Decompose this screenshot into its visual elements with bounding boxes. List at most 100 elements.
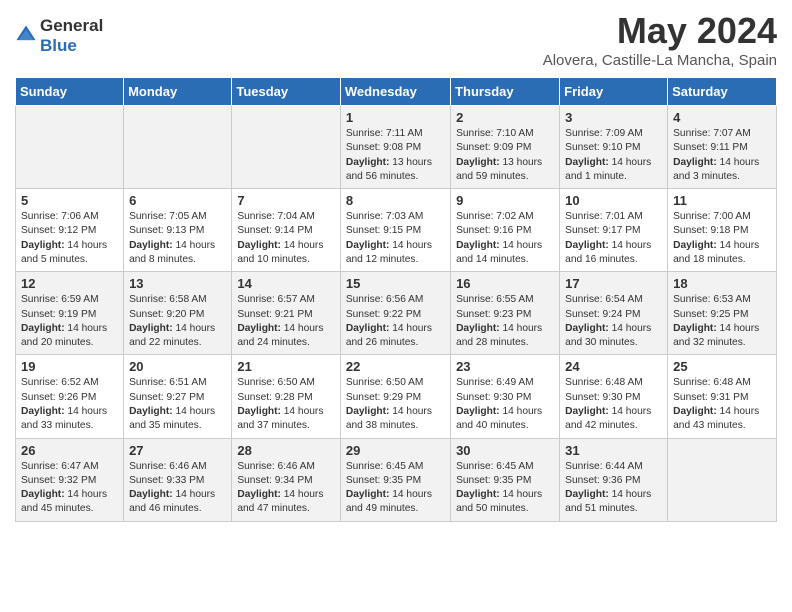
day-info: Sunrise: 7:07 AMSunset: 9:11 PMDaylight:…: [673, 127, 771, 184]
day-info: Sunrise: 6:57 AMSunset: 9:21 PMDaylight:…: [237, 293, 335, 350]
day-info: Sunrise: 6:46 AMSunset: 9:33 PMDaylight:…: [129, 460, 226, 517]
calendar-cell: 27Sunrise: 6:46 AMSunset: 9:33 PMDayligh…: [124, 438, 232, 521]
calendar-cell: 7 Sunrise: 7:04 AMSunset: 9:14 PMDaylight…: [232, 189, 341, 272]
calendar-cell: 21Sunrise: 6:50 AMSunset: 9:28 PMDayligh…: [232, 355, 341, 438]
day-info: Sunrise: 6:49 AMSunset: 9:30 PMDaylight:…: [456, 376, 554, 433]
day-number: 31: [565, 443, 662, 458]
day-info: Sunrise: 6:45 AMSunset: 9:35 PMDaylight:…: [346, 460, 445, 517]
day-number: 11: [673, 193, 771, 208]
day-info: Sunrise: 6:56 AMSunset: 9:22 PMDaylight:…: [346, 293, 445, 350]
day-info: Sunrise: 6:52 AMSunset: 9:26 PMDaylight:…: [21, 376, 118, 433]
header-sunday: Sunday: [16, 78, 124, 106]
calendar-cell: 15 Sunrise: 6:56 AMSunset: 9:22 PMDayligh…: [340, 272, 450, 355]
day-number: 28: [237, 443, 335, 458]
calendar-week-row: 19 Sunrise: 6:52 AMSunset: 9:26 PMDayligh…: [16, 355, 777, 438]
calendar-cell: 25 Sunrise: 6:48 AMSunset: 9:31 PMDayligh…: [668, 355, 777, 438]
calendar-week-row: 1Sunrise: 7:11 AMSunset: 9:08 PMDaylight…: [16, 106, 777, 189]
calendar-cell: 16 Sunrise: 6:55 AMSunset: 9:23 PMDayligh…: [451, 272, 560, 355]
day-number: 16: [456, 276, 554, 291]
logo-icon: [15, 24, 37, 46]
header-thursday: Thursday: [451, 78, 560, 106]
title-block: May 2024 Alovera, Castille-La Mancha, Sp…: [543, 10, 777, 69]
day-number: 30: [456, 443, 554, 458]
day-number: 29: [346, 443, 445, 458]
calendar-cell: 8 Sunrise: 7:03 AMSunset: 9:15 PMDaylight…: [340, 189, 450, 272]
calendar-cell: 20 Sunrise: 6:51 AMSunset: 9:27 PMDayligh…: [124, 355, 232, 438]
day-number: 18: [673, 276, 771, 291]
day-info: Sunrise: 7:05 AMSunset: 9:13 PMDaylight:…: [129, 210, 226, 267]
calendar-cell: 19 Sunrise: 6:52 AMSunset: 9:26 PMDayligh…: [16, 355, 124, 438]
calendar-week-row: 12 Sunrise: 6:59 AMSunset: 9:19 PMDayligh…: [16, 272, 777, 355]
day-info: Sunrise: 6:55 AMSunset: 9:23 PMDaylight:…: [456, 293, 554, 350]
day-info: Sunrise: 7:01 AMSunset: 9:17 PMDaylight:…: [565, 210, 662, 267]
day-number: 25: [673, 359, 771, 374]
day-info: Sunrise: 6:50 AMSunset: 9:29 PMDaylight:…: [346, 376, 445, 433]
calendar-cell: 11 Sunrise: 7:00 AMSunset: 9:18 PMDayligh…: [668, 189, 777, 272]
day-number: 22: [346, 359, 445, 374]
calendar-cell: 22 Sunrise: 6:50 AMSunset: 9:29 PMDayligh…: [340, 355, 450, 438]
day-info: Sunrise: 7:10 AMSunset: 9:09 PMDaylight:…: [456, 127, 554, 184]
month-title: May 2024: [543, 10, 777, 52]
calendar-cell: [16, 106, 124, 189]
day-info: Sunrise: 6:46 AMSunset: 9:34 PMDaylight:…: [237, 460, 335, 517]
calendar-cell: 5Sunrise: 7:06 AMSunset: 9:12 PMDaylight…: [16, 189, 124, 272]
logo-text: General Blue: [40, 16, 103, 55]
day-number: 3: [565, 110, 662, 125]
calendar-cell: 18Sunrise: 6:53 AMSunset: 9:25 PMDayligh…: [668, 272, 777, 355]
day-number: 1: [346, 110, 445, 125]
calendar-cell: 28 Sunrise: 6:46 AMSunset: 9:34 PMDayligh…: [232, 438, 341, 521]
day-info: Sunrise: 7:02 AMSunset: 9:16 PMDaylight:…: [456, 210, 554, 267]
calendar-cell: 23Sunrise: 6:49 AMSunset: 9:30 PMDayligh…: [451, 355, 560, 438]
day-info: Sunrise: 6:54 AMSunset: 9:24 PMDaylight:…: [565, 293, 662, 350]
day-number: 20: [129, 359, 226, 374]
calendar-cell: 30Sunrise: 6:45 AMSunset: 9:35 PMDayligh…: [451, 438, 560, 521]
day-number: 2: [456, 110, 554, 125]
day-number: 8: [346, 193, 445, 208]
logo-general: General: [40, 16, 103, 36]
day-info: Sunrise: 7:06 AMSunset: 9:12 PMDaylight:…: [21, 210, 118, 267]
day-info: Sunrise: 6:59 AMSunset: 9:19 PMDaylight:…: [21, 293, 118, 350]
calendar-cell: 12 Sunrise: 6:59 AMSunset: 9:19 PMDayligh…: [16, 272, 124, 355]
day-info: Sunrise: 6:58 AMSunset: 9:20 PMDaylight:…: [129, 293, 226, 350]
day-number: 26: [21, 443, 118, 458]
day-info: Sunrise: 6:51 AMSunset: 9:27 PMDaylight:…: [129, 376, 226, 433]
day-info: Sunrise: 7:03 AMSunset: 9:15 PMDaylight:…: [346, 210, 445, 267]
calendar-cell: [668, 438, 777, 521]
header-wednesday: Wednesday: [340, 78, 450, 106]
calendar-cell: 26 Sunrise: 6:47 AMSunset: 9:32 PMDayligh…: [16, 438, 124, 521]
day-info: Sunrise: 7:04 AMSunset: 9:14 PMDaylight:…: [237, 210, 335, 267]
day-number: 4: [673, 110, 771, 125]
calendar-week-row: 26 Sunrise: 6:47 AMSunset: 9:32 PMDayligh…: [16, 438, 777, 521]
day-info: Sunrise: 7:09 AMSunset: 9:10 PMDaylight:…: [565, 127, 662, 184]
day-number: 19: [21, 359, 118, 374]
calendar-cell: 31 Sunrise: 6:44 AMSunset: 9:36 PMDayligh…: [560, 438, 668, 521]
header-tuesday: Tuesday: [232, 78, 341, 106]
header-monday: Monday: [124, 78, 232, 106]
day-number: 17: [565, 276, 662, 291]
calendar-header-row: SundayMondayTuesdayWednesdayThursdayFrid…: [16, 78, 777, 106]
day-number: 7: [237, 193, 335, 208]
calendar-cell: 6Sunrise: 7:05 AMSunset: 9:13 PMDaylight…: [124, 189, 232, 272]
day-number: 15: [346, 276, 445, 291]
day-number: 12: [21, 276, 118, 291]
day-info: Sunrise: 6:44 AMSunset: 9:36 PMDaylight:…: [565, 460, 662, 517]
day-info: Sunrise: 6:48 AMSunset: 9:30 PMDaylight:…: [565, 376, 662, 433]
day-number: 21: [237, 359, 335, 374]
header-saturday: Saturday: [668, 78, 777, 106]
day-number: 9: [456, 193, 554, 208]
day-number: 14: [237, 276, 335, 291]
calendar-body: 1Sunrise: 7:11 AMSunset: 9:08 PMDaylight…: [16, 106, 777, 522]
calendar-cell: [232, 106, 341, 189]
header-friday: Friday: [560, 78, 668, 106]
calendar-cell: 4 Sunrise: 7:07 AMSunset: 9:11 PMDaylight…: [668, 106, 777, 189]
calendar-cell: 24Sunrise: 6:48 AMSunset: 9:30 PMDayligh…: [560, 355, 668, 438]
calendar-cell: 13Sunrise: 6:58 AMSunset: 9:20 PMDayligh…: [124, 272, 232, 355]
calendar-cell: 10 Sunrise: 7:01 AMSunset: 9:17 PMDayligh…: [560, 189, 668, 272]
day-info: Sunrise: 6:48 AMSunset: 9:31 PMDaylight:…: [673, 376, 771, 433]
day-number: 10: [565, 193, 662, 208]
day-info: Sunrise: 6:47 AMSunset: 9:32 PMDaylight:…: [21, 460, 118, 517]
calendar-cell: [124, 106, 232, 189]
calendar-cell: 1Sunrise: 7:11 AMSunset: 9:08 PMDaylight…: [340, 106, 450, 189]
day-info: Sunrise: 7:00 AMSunset: 9:18 PMDaylight:…: [673, 210, 771, 267]
logo-blue: Blue: [40, 36, 103, 56]
